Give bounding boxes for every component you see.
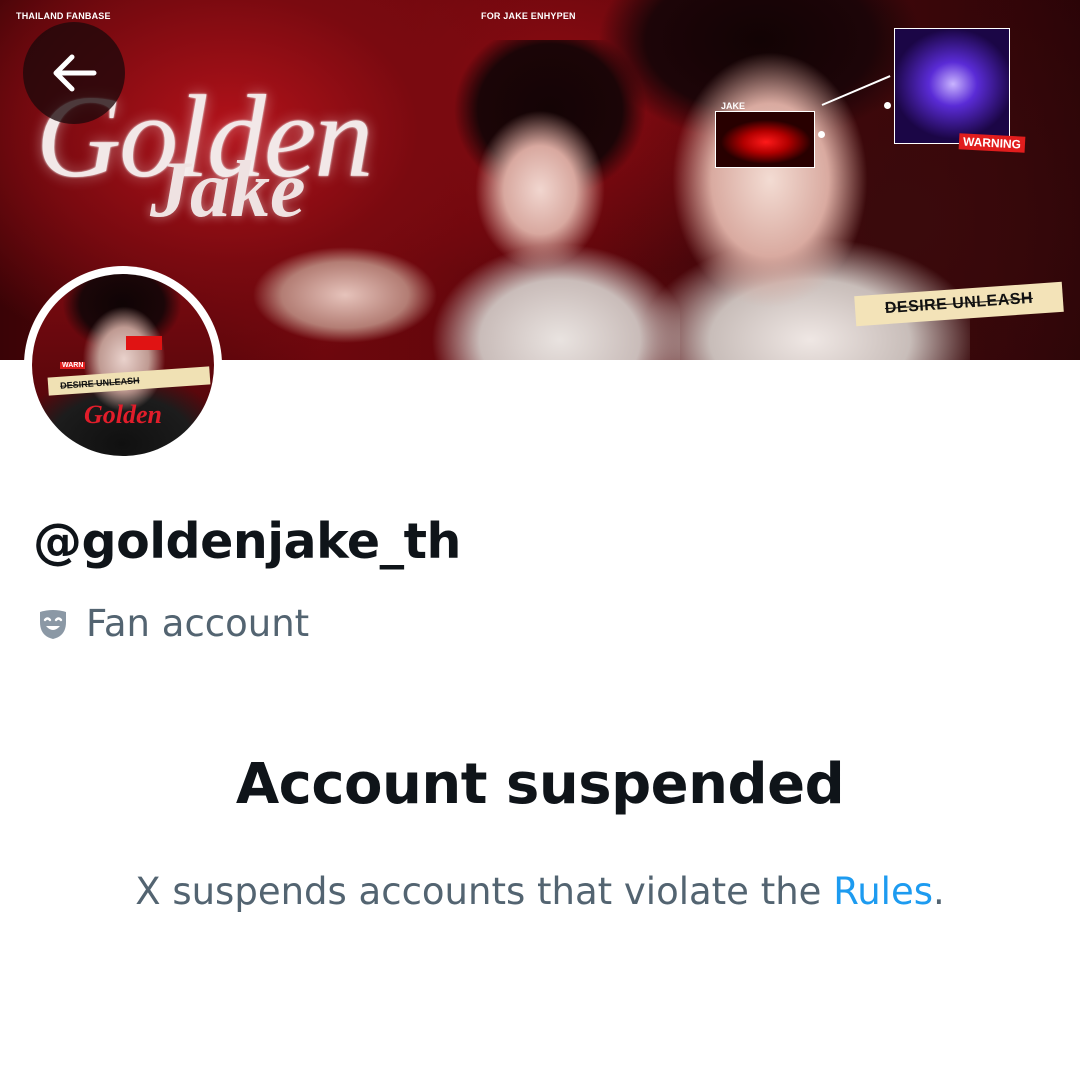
banner-thumb-jake bbox=[715, 111, 815, 168]
suspended-description: X suspends accounts that violate the Rul… bbox=[0, 870, 1080, 913]
banner-left-label: THAILAND FANBASE bbox=[16, 11, 111, 21]
banner-logo-jake: Jake bbox=[150, 146, 306, 234]
profile-page: THAILAND FANBASE FOR JAKE ENHYPEN Golden… bbox=[0, 0, 1080, 1080]
banner-connector-dot bbox=[884, 102, 891, 109]
avatar[interactable]: WARN DESIRE UNLEASH Golden bbox=[24, 266, 222, 464]
account-type-label: Fan account bbox=[86, 602, 310, 645]
banner-connector-dot bbox=[818, 131, 825, 138]
rules-link[interactable]: Rules bbox=[833, 870, 933, 913]
account-type-row: Fan account bbox=[36, 602, 309, 645]
profile-handle: @goldenjake_th bbox=[33, 513, 461, 570]
banner-center-label: FOR JAKE ENHYPEN bbox=[481, 11, 576, 21]
theater-mask-icon bbox=[40, 609, 66, 639]
avatar-logo: Golden bbox=[84, 400, 162, 429]
suspended-desc-suffix: . bbox=[933, 870, 945, 913]
avatar-desire-tape: DESIRE UNLEASH bbox=[47, 366, 211, 396]
banner-thumb-jake-label: JAKE bbox=[721, 101, 746, 111]
avatar-image: WARN DESIRE UNLEASH Golden bbox=[32, 274, 214, 456]
suspended-desc-prefix: X suspends accounts that violate the bbox=[135, 870, 834, 913]
avatar-warning-tag: WARN bbox=[60, 362, 86, 369]
avatar-red-bar bbox=[126, 336, 162, 350]
banner-warning-tag: WARNING bbox=[958, 133, 1026, 153]
arrow-left-icon bbox=[53, 54, 97, 92]
suspended-title: Account suspended bbox=[235, 752, 845, 817]
banner-thumb-warning bbox=[894, 28, 1010, 144]
banner-hand bbox=[230, 235, 460, 360]
back-button[interactable] bbox=[23, 22, 125, 124]
